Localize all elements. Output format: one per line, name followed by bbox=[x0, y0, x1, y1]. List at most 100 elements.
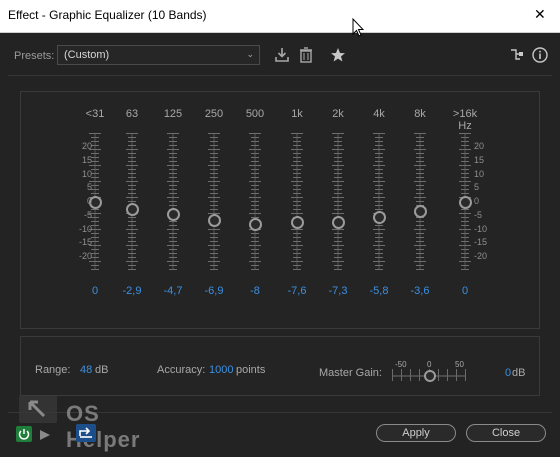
band-slider-tick bbox=[332, 149, 344, 150]
band-slider-tick bbox=[291, 261, 303, 262]
band-slider-knob[interactable] bbox=[373, 211, 386, 225]
band-gain-value[interactable]: -2,9 bbox=[112, 285, 152, 297]
band-slider[interactable] bbox=[287, 133, 307, 270]
db-scale-label: 20 bbox=[474, 141, 485, 151]
band-slider-tick bbox=[208, 181, 220, 182]
band-slider[interactable] bbox=[369, 133, 389, 270]
band-slider-tick bbox=[461, 137, 469, 138]
band-slider-tick bbox=[128, 221, 136, 222]
band-slider-knob[interactable] bbox=[126, 203, 139, 217]
band-slider-tick bbox=[414, 165, 426, 166]
band-slider-tick bbox=[210, 269, 218, 270]
db-scale-label: -15 bbox=[78, 237, 92, 248]
band-slider-knob[interactable] bbox=[459, 195, 472, 209]
close-button[interactable]: Close bbox=[466, 424, 546, 442]
presets-dropdown[interactable]: (Custom) ⌄ bbox=[57, 45, 260, 65]
loop-playback-icon[interactable] bbox=[76, 424, 96, 442]
band-slider-tick bbox=[375, 233, 383, 234]
band-slider-tick bbox=[91, 269, 99, 270]
band-slider-tick bbox=[293, 205, 301, 206]
band-slider[interactable] bbox=[328, 133, 348, 270]
band-slider-knob[interactable] bbox=[249, 217, 262, 231]
band-slider-knob[interactable] bbox=[208, 214, 221, 228]
band-slider-tick bbox=[293, 177, 301, 178]
band-slider-tick bbox=[91, 177, 99, 178]
band-slider-tick bbox=[249, 245, 261, 246]
band-slider-tick bbox=[414, 261, 426, 262]
band-slider-tick bbox=[210, 257, 218, 258]
band-slider-tick bbox=[251, 241, 259, 242]
band-gain-value[interactable]: -8 bbox=[235, 285, 275, 297]
close-window-icon[interactable]: ✕ bbox=[534, 6, 546, 23]
routing-icon[interactable] bbox=[508, 46, 526, 64]
band-slider-knob[interactable] bbox=[332, 215, 345, 229]
band-gain-value[interactable]: -4,7 bbox=[153, 285, 193, 297]
master-gain-value[interactable]: 0 bbox=[505, 367, 511, 379]
band-slider-tick bbox=[128, 185, 136, 186]
band-frequency-label: 125 bbox=[163, 108, 183, 120]
band-slider-tick bbox=[249, 165, 261, 166]
band-slider-tick bbox=[293, 161, 301, 162]
band-gain-value[interactable]: 0 bbox=[445, 285, 485, 297]
band-slider[interactable] bbox=[204, 133, 224, 270]
band-slider-tick bbox=[332, 197, 344, 198]
band-gain-value[interactable]: -5,8 bbox=[359, 285, 399, 297]
band-gain-value[interactable]: -7,6 bbox=[277, 285, 317, 297]
band-slider-tick bbox=[91, 169, 99, 170]
band-slider-tick bbox=[210, 137, 218, 138]
band-slider-tick bbox=[461, 173, 469, 174]
band-slider[interactable] bbox=[245, 133, 265, 270]
band-gain-value[interactable]: -3,6 bbox=[400, 285, 440, 297]
power-toggle-icon[interactable] bbox=[16, 426, 32, 442]
band-slider[interactable] bbox=[455, 133, 475, 270]
band-slider-tick bbox=[334, 253, 342, 254]
band-slider-tick bbox=[251, 177, 259, 178]
band-slider-tick bbox=[126, 261, 138, 262]
band-slider-tick bbox=[293, 185, 301, 186]
apply-button[interactable]: Apply bbox=[376, 424, 456, 442]
db-scale-label: 15 bbox=[474, 154, 485, 165]
band-slider-tick bbox=[293, 257, 301, 258]
band-slider-tick bbox=[414, 149, 426, 150]
band-slider-tick bbox=[293, 153, 301, 154]
master-gain-unit: dB bbox=[512, 367, 526, 379]
band-slider-tick bbox=[169, 145, 177, 146]
accuracy-label: Accuracy: bbox=[157, 364, 206, 376]
star-favorite-icon[interactable] bbox=[329, 46, 347, 64]
band-slider-tick bbox=[334, 173, 342, 174]
band-gain-value[interactable]: -7,3 bbox=[318, 285, 358, 297]
download-preset-icon[interactable] bbox=[273, 46, 291, 64]
play-preview-icon[interactable] bbox=[38, 428, 60, 442]
mouse-cursor-icon bbox=[352, 18, 364, 37]
band-slider-tick bbox=[91, 141, 99, 142]
band-gain-value[interactable]: -6,9 bbox=[194, 285, 234, 297]
band-slider-tick bbox=[375, 201, 383, 202]
band-slider-tick bbox=[373, 149, 385, 150]
master-gain-slider-knob[interactable] bbox=[424, 370, 436, 382]
trash-icon[interactable] bbox=[297, 46, 315, 64]
band-gain-value[interactable]: 0 bbox=[75, 285, 115, 297]
accuracy-value[interactable]: 1000 bbox=[209, 364, 233, 376]
band-slider-tick bbox=[334, 201, 342, 202]
band-slider[interactable] bbox=[410, 133, 430, 270]
band-slider-tick bbox=[373, 133, 385, 134]
band-slider-knob[interactable] bbox=[167, 208, 180, 222]
band-slider-tick bbox=[169, 241, 177, 242]
band-slider-knob[interactable] bbox=[291, 216, 304, 230]
presets-label: Presets: bbox=[14, 50, 55, 62]
info-icon[interactable] bbox=[531, 46, 549, 64]
band-slider-tick bbox=[375, 253, 383, 254]
band-slider[interactable] bbox=[122, 133, 142, 270]
band-slider[interactable] bbox=[163, 133, 183, 270]
band-slider-tick bbox=[128, 193, 136, 194]
band-slider-tick bbox=[293, 145, 301, 146]
range-value[interactable]: 48 bbox=[80, 364, 92, 376]
title-bar: Effect - Graphic Equalizer (10 Bands) ✕ bbox=[0, 0, 560, 33]
band-slider-knob[interactable] bbox=[414, 205, 427, 219]
band-slider-tick bbox=[375, 249, 383, 250]
range-label: Range: bbox=[35, 364, 71, 376]
band-slider-tick bbox=[414, 197, 426, 198]
band-slider-tick bbox=[91, 217, 99, 218]
band-slider-tick bbox=[210, 141, 218, 142]
band-slider-tick bbox=[334, 153, 342, 154]
